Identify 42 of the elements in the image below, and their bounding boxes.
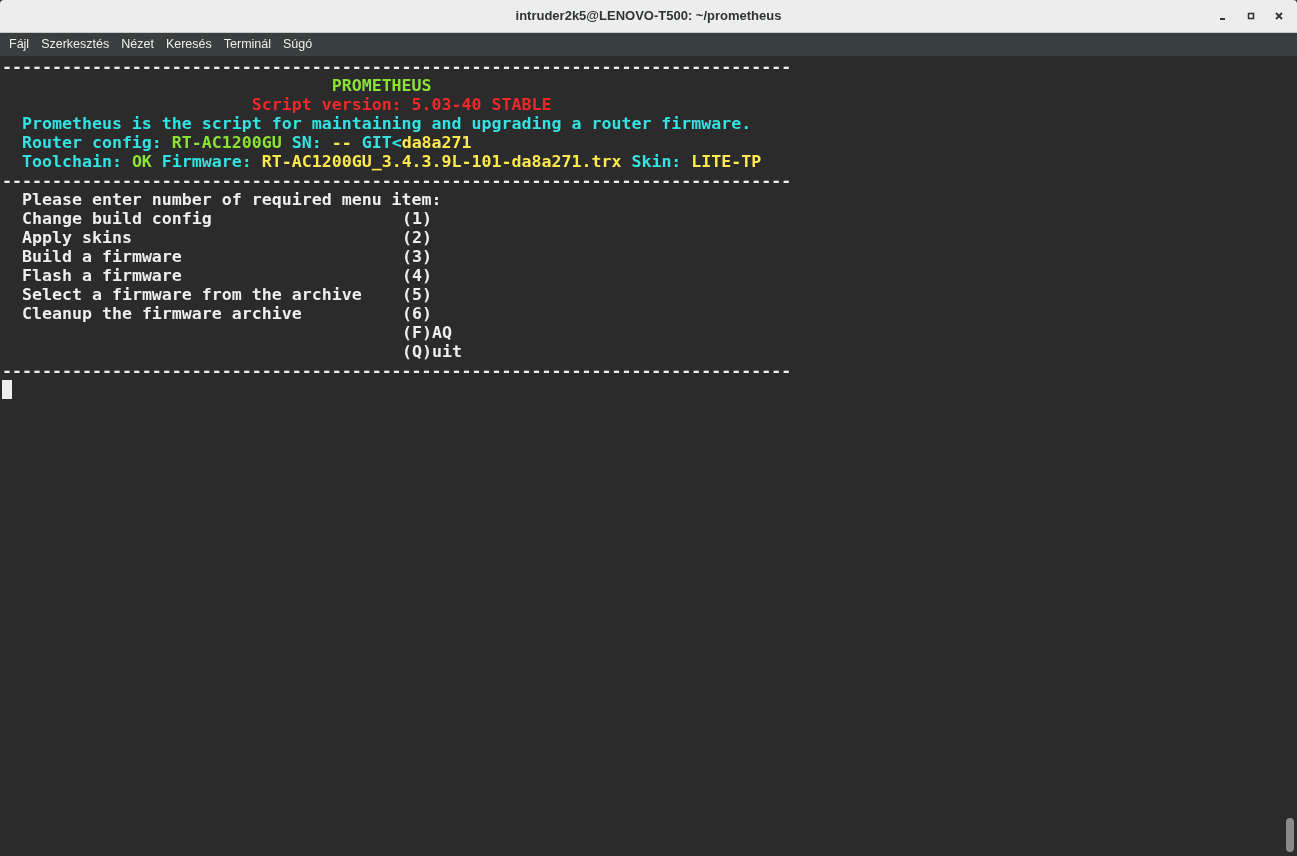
menu-option-key: (5): [402, 285, 432, 304]
menu-item[interactable]: Szerkesztés: [35, 35, 116, 54]
menu-option-label: Change build config: [22, 209, 212, 228]
terminal-text: Please enter number of required menu item:: [20, 190, 442, 209]
scrollbar-thumb[interactable]: [1286, 818, 1294, 852]
terminal-text: Router config:: [20, 133, 163, 152]
menu-option-label: Build a firmware: [22, 247, 182, 266]
window-title: intruder2k5@LENOVO-T500: ~/prometheus: [515, 7, 782, 26]
terminal-text: Prometheus is the script for maintaining and upgrading a router firmware.: [20, 114, 752, 133]
terminal-text: PROMETHEUS: [330, 76, 432, 95]
terminal-text: Firmware:: [160, 152, 253, 171]
menu-option-key: (2): [402, 228, 432, 247]
dashed-rule: -------------------------------------------------------------------------------: [2, 361, 792, 380]
terminal-text: da8a271: [401, 133, 472, 152]
terminal-text: Skin:: [630, 152, 683, 171]
menu-option-label: Apply skins: [22, 228, 132, 247]
dashed-rule: -------------------------------------------------------------------------------: [2, 57, 792, 76]
terminal-text: LITE-TP: [691, 152, 762, 171]
menu-option-key: (3): [402, 247, 432, 266]
menu-option-key: (4): [402, 266, 432, 285]
text-cursor: [2, 380, 12, 399]
terminal-text: SN:: [290, 133, 323, 152]
menu-option-key: (F)AQ: [402, 323, 452, 342]
menu-item[interactable]: Fájl: [3, 35, 36, 54]
terminal-text: Toolchain:: [20, 152, 123, 171]
terminal-text: RT-AC1200GU_3.4.3.9L-101-da8a271.trx: [261, 152, 622, 171]
terminal-text: Script version: 5.03-40 STABLE: [250, 95, 552, 114]
menu-option-key: (Q)uit: [402, 342, 462, 361]
menu-option-label: Flash a firmware: [22, 266, 182, 285]
terminal-text: --: [331, 133, 352, 152]
dashed-rule: -------------------------------------------------------------------------------: [2, 171, 792, 190]
terminal-text: GIT<: [360, 133, 402, 152]
terminal-text: OK: [131, 152, 152, 171]
terminal-text: RT-AC1200GU: [171, 133, 282, 152]
menu-item[interactable]: Súgó: [277, 35, 319, 54]
menu-option-key: (1): [402, 209, 432, 228]
menu-item[interactable]: Keresés: [159, 35, 218, 54]
menu-item[interactable]: Nézet: [115, 35, 160, 54]
menu-item[interactable]: Terminál: [217, 35, 277, 54]
menu-option-label: Cleanup the firmware archive: [22, 304, 302, 323]
menu-option-label: Select a firmware from the archive: [22, 285, 362, 304]
menu-option-key: (6): [402, 304, 432, 323]
